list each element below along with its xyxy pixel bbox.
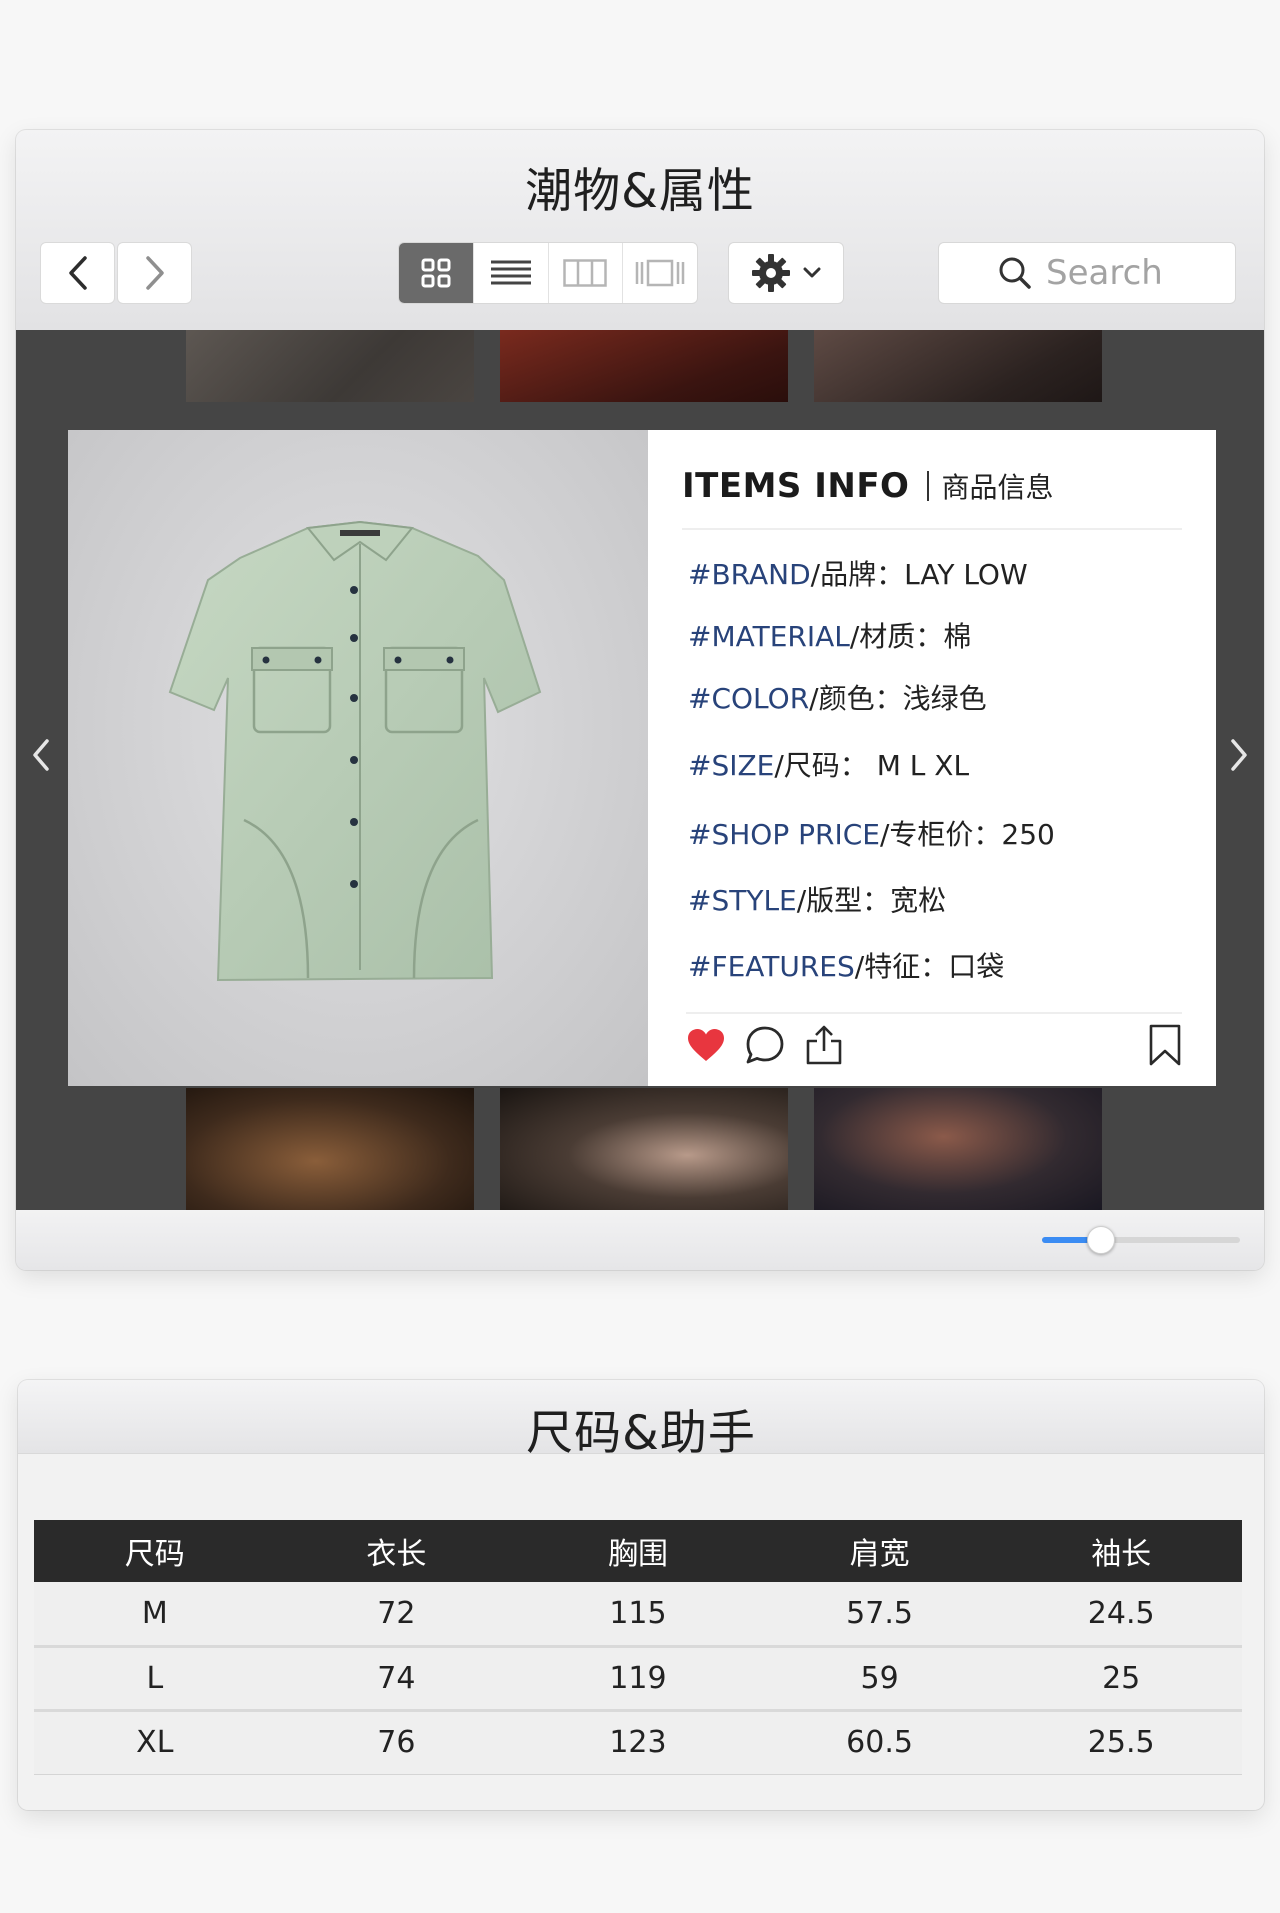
attribute-price: #SHOP PRICE/专柜价： 250	[688, 818, 1055, 851]
grid-view-button[interactable]	[399, 243, 474, 303]
like-button[interactable]	[686, 1027, 726, 1063]
gallery-thumbnail[interactable]	[186, 330, 474, 402]
table-row: XL 76 123 60.5 25.5	[34, 1710, 1242, 1775]
search-icon	[999, 257, 1031, 289]
attribute-material: #MATERIAL/材质：棉	[688, 620, 972, 653]
table-cell: 25.5	[1000, 1710, 1242, 1775]
zoom-slider-knob[interactable]	[1087, 1226, 1116, 1254]
nav-buttons	[40, 242, 192, 304]
attribute-list: #BRAND/品牌： LAY LOW #MATERIAL/材质：棉 #COLOR /…	[682, 544, 1182, 1000]
chevron-left-icon	[33, 739, 49, 771]
toolbar: 潮物&属性	[16, 130, 1264, 330]
gear-icon	[752, 254, 790, 292]
coverflow-view-button[interactable]	[623, 243, 697, 303]
table-cell: 24.5	[1000, 1582, 1242, 1648]
size-guide-window: 尺码&助手 尺码 衣长 胸围 肩宽 袖长 M 72 115 57.5 24.5 …	[18, 1380, 1264, 1810]
header-sleeve: 袖长	[1000, 1520, 1242, 1582]
gallery-thumbnail[interactable]	[500, 1088, 788, 1210]
gallery-thumbnail[interactable]	[500, 330, 788, 402]
grid-icon	[421, 258, 451, 288]
table-cell: XL	[34, 1710, 276, 1775]
next-item-arrow[interactable]	[1224, 730, 1254, 780]
back-button[interactable]	[40, 242, 115, 304]
table-cell: 60.5	[758, 1710, 1001, 1775]
item-info-heading: ITEMS INFO 商品信息	[682, 466, 1182, 530]
table-cell: 123	[517, 1710, 759, 1775]
size-guide-title: 尺码&助手	[526, 1406, 756, 1461]
table-cell: 25	[1000, 1646, 1242, 1712]
header-chest: 胸围	[517, 1520, 759, 1582]
table-row: M 72 115 57.5 24.5	[34, 1582, 1242, 1648]
heading-divider	[927, 471, 930, 501]
share-button[interactable]	[804, 1024, 844, 1066]
search-input[interactable]	[1046, 253, 1176, 293]
search-field[interactable]	[938, 242, 1236, 304]
column-view-button[interactable]	[549, 243, 624, 303]
size-table-header: 尺码 衣长 胸围 肩宽 袖长	[34, 1520, 1242, 1582]
attribute-features: #FEATURES/特征： 口袋	[688, 950, 1005, 983]
table-cell: L	[34, 1646, 276, 1712]
previous-item-arrow[interactable]	[26, 730, 56, 780]
attribute-size: #SIZE/尺码： M L XL	[688, 749, 970, 782]
list-view-button[interactable]	[474, 243, 549, 303]
header-length: 衣长	[275, 1520, 518, 1582]
chevron-left-icon	[68, 256, 87, 290]
window-footer	[16, 1210, 1264, 1270]
action-bar	[686, 1012, 1182, 1070]
chevron-down-icon	[803, 267, 821, 278]
table-cell: 72	[275, 1582, 518, 1648]
product-image	[68, 430, 648, 1086]
attribute-color: #COLOR/颜色： 浅绿色	[688, 682, 987, 715]
table-cell: M	[34, 1582, 276, 1648]
product-window: 潮物&属性 Search ITEMS INFO 商品信息 #BRAND /品牌：…	[16, 130, 1264, 1270]
header-size: 尺码	[34, 1520, 276, 1582]
table-cell: 76	[275, 1710, 518, 1775]
item-info-panel: ITEMS INFO 商品信息 #BRAND/品牌： LAY LOW #MATER…	[648, 430, 1216, 1086]
size-guide-titlebar: 尺码&助手	[18, 1380, 1264, 1461]
list-icon	[490, 260, 531, 285]
attribute-style: #STYLE/版型： 宽松	[688, 884, 947, 917]
gallery-thumbnail[interactable]	[186, 1088, 474, 1210]
size-table: 尺码 衣长 胸围 肩宽 袖长 M 72 115 57.5 24.5 L 74 1…	[34, 1520, 1242, 1775]
comment-icon	[746, 1026, 784, 1064]
gallery-area: ITEMS INFO 商品信息 #BRAND/品牌： LAY LOW #MATER…	[16, 330, 1264, 1210]
shirt-illustration	[168, 520, 542, 982]
chevron-right-icon	[1231, 739, 1247, 771]
share-icon	[806, 1025, 842, 1065]
table-cell: 119	[517, 1646, 759, 1712]
action-menu-button[interactable]	[728, 242, 844, 304]
table-cell: 115	[517, 1582, 759, 1648]
attribute-brand: #BRAND/品牌： LAY LOW	[688, 558, 1028, 591]
forward-button[interactable]	[117, 242, 192, 304]
bookmark-icon	[1149, 1024, 1181, 1066]
table-row: L 74 119 59 25	[34, 1646, 1242, 1712]
heading-en: ITEMS INFO	[682, 466, 910, 506]
coverflow-icon	[635, 259, 685, 287]
heading-zh: 商品信息	[941, 471, 1054, 504]
gallery-thumbnail[interactable]	[814, 330, 1102, 402]
table-cell: 57.5	[758, 1582, 1001, 1648]
window-title: 潮物&属性	[525, 164, 755, 219]
table-cell: 59	[758, 1646, 1001, 1712]
columns-icon	[563, 259, 608, 287]
comment-button[interactable]	[744, 1025, 786, 1065]
chevron-right-icon	[145, 256, 164, 290]
zoom-slider[interactable]	[1042, 1226, 1240, 1254]
view-mode-switcher	[398, 242, 698, 304]
heart-icon	[688, 1029, 724, 1061]
item-detail-card: ITEMS INFO 商品信息 #BRAND/品牌： LAY LOW #MATER…	[68, 430, 1216, 1086]
gallery-thumbnail[interactable]	[814, 1088, 1102, 1210]
header-shoulder: 肩宽	[758, 1520, 1001, 1582]
table-cell: 74	[275, 1646, 518, 1712]
bookmark-button[interactable]	[1148, 1024, 1182, 1066]
